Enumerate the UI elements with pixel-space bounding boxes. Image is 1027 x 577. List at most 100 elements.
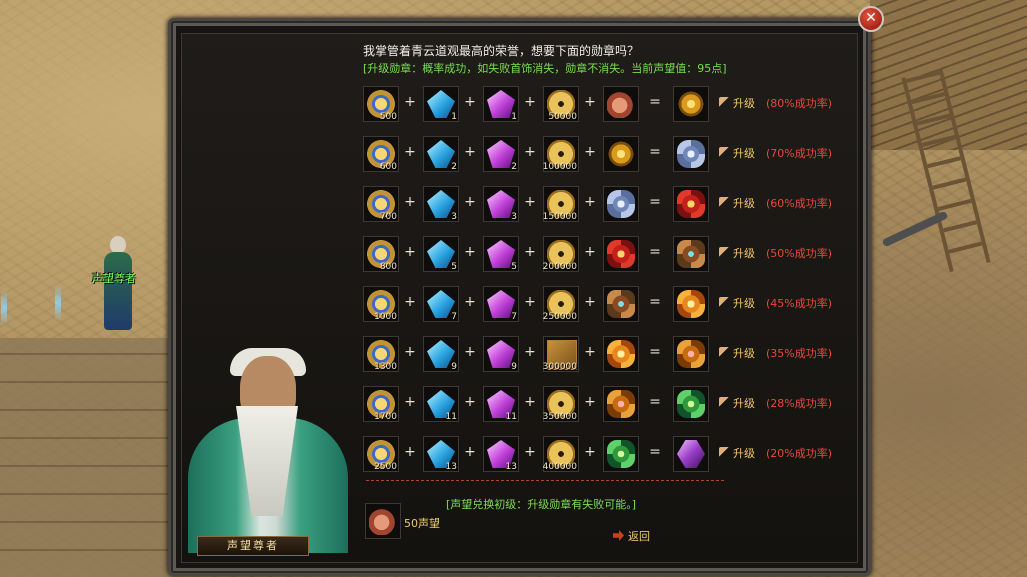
amber-badge-icon (677, 340, 705, 368)
upgrade-button[interactable]: 升级 (719, 95, 755, 111)
item-count: 500 (379, 112, 397, 122)
plus-sign: + (524, 244, 536, 260)
blue-gem-slot[interactable]: 5 (423, 236, 459, 272)
gold-slot[interactable]: 400000 (543, 436, 579, 472)
plus-sign: + (584, 194, 596, 210)
output-badge-slot[interactable] (673, 186, 709, 222)
output-badge-slot[interactable] (673, 86, 709, 122)
upgrade-label: 升级 (733, 197, 755, 210)
input-medal-slot[interactable]: 800 (363, 236, 399, 272)
item-count: 13 (505, 462, 517, 472)
hammer-icon (719, 247, 730, 258)
upgrade-button[interactable]: 升级 (719, 345, 755, 361)
purple-gem-slot[interactable]: 7 (483, 286, 519, 322)
output-badge-slot[interactable] (673, 336, 709, 372)
gold-slot[interactable]: 300000 (543, 336, 579, 372)
dialog-intro-text: 我掌管着青云道观最高的荣誉，想要下面的勋章吗？ (363, 44, 640, 58)
item-count: 5 (451, 262, 457, 272)
gold-medal-icon (607, 140, 635, 168)
purple-gem-slot[interactable]: 13 (483, 436, 519, 472)
recipe-row: 2500 +13 +13 +400000 + = 升级 (20%成功率) (363, 436, 833, 476)
plus-sign: + (404, 394, 416, 410)
success-rate: (45%成功率) (766, 297, 833, 310)
plus-sign: + (524, 94, 536, 110)
hammer-icon (719, 297, 730, 308)
divider (366, 480, 724, 481)
plus-sign: + (464, 94, 476, 110)
item-count: 3 (511, 212, 517, 222)
bronze-badge-icon (677, 240, 705, 268)
input-medal-slot[interactable]: 1300 (363, 336, 399, 372)
hammer-icon (719, 97, 730, 108)
blue-gem-slot[interactable]: 9 (423, 336, 459, 372)
bronze-badge-icon (607, 290, 635, 318)
purple-gem-slot[interactable]: 3 (483, 186, 519, 222)
gold-slot[interactable]: 150000 (543, 186, 579, 222)
item-count: 7 (451, 312, 457, 322)
input-medal-slot[interactable]: 1000 (363, 286, 399, 322)
silver-badge-icon (677, 140, 705, 168)
purple-gem-slot[interactable]: 5 (483, 236, 519, 272)
light-effect (1, 290, 7, 326)
upgrade-button[interactable]: 升级 (719, 245, 755, 261)
input-medal-slot[interactable]: 1700 (363, 386, 399, 422)
input-badge-slot[interactable] (603, 136, 639, 172)
input-badge-slot[interactable] (603, 186, 639, 222)
item-count: 13 (445, 462, 457, 472)
plus-sign: + (584, 344, 596, 360)
amber-badge-icon (607, 390, 635, 418)
upgrade-label: 升级 (733, 347, 755, 360)
gold-slot[interactable]: 100000 (543, 136, 579, 172)
input-medal-slot[interactable]: 2500 (363, 436, 399, 472)
orange-pouch-icon (607, 90, 635, 118)
plus-sign: + (584, 394, 596, 410)
upgrade-button[interactable]: 升级 (719, 195, 755, 211)
plus-sign: + (524, 344, 536, 360)
item-count: 2 (451, 162, 457, 172)
input-badge-slot[interactable] (603, 436, 639, 472)
blue-gem-slot[interactable]: 11 (423, 386, 459, 422)
plus-sign: + (404, 344, 416, 360)
plus-sign: + (464, 394, 476, 410)
purple-gem-slot[interactable]: 1 (483, 86, 519, 122)
upgrade-button[interactable]: 升级 (719, 395, 755, 411)
output-badge-slot[interactable] (673, 286, 709, 322)
blue-gem-slot[interactable]: 1 (423, 86, 459, 122)
gold-slot[interactable]: 200000 (543, 236, 579, 272)
equals-sign: = (649, 444, 661, 460)
upgrade-button[interactable]: 升级 (719, 445, 755, 461)
output-badge-slot[interactable] (673, 236, 709, 272)
gold-slot[interactable]: 350000 (543, 386, 579, 422)
input-badge-slot[interactable] (603, 286, 639, 322)
back-button[interactable]: 返回 (613, 528, 650, 544)
blue-gem-slot[interactable]: 7 (423, 286, 459, 322)
equals-sign: = (649, 394, 661, 410)
purple-gem-slot[interactable]: 9 (483, 336, 519, 372)
recipe-row: 1700 +11 +11 +350000 + = 升级 (28%成功率) (363, 386, 833, 426)
close-button[interactable]: ✕ (858, 6, 884, 32)
input-badge-slot[interactable] (603, 386, 639, 422)
upgrade-button[interactable]: 升级 (719, 145, 755, 161)
equals-sign: = (649, 94, 661, 110)
input-medal-slot[interactable]: 500 (363, 86, 399, 122)
exchange-slot[interactable] (365, 503, 401, 539)
upgrade-button[interactable]: 升级 (719, 295, 755, 311)
input-medal-slot[interactable]: 600 (363, 136, 399, 172)
output-badge-slot[interactable] (673, 436, 709, 472)
purple-gem-slot[interactable]: 11 (483, 386, 519, 422)
output-badge-slot[interactable] (673, 136, 709, 172)
output-badge-slot[interactable] (673, 386, 709, 422)
input-medal-slot[interactable]: 700 (363, 186, 399, 222)
exchange-cost[interactable]: 50声望 (404, 515, 440, 531)
gold-medal-icon (677, 90, 705, 118)
gold-slot[interactable]: 250000 (543, 286, 579, 322)
input-badge-slot[interactable] (603, 236, 639, 272)
gold-slot[interactable]: 50000 (543, 86, 579, 122)
input-badge-slot[interactable] (603, 86, 639, 122)
input-badge-slot[interactable] (603, 336, 639, 372)
blue-gem-slot[interactable]: 2 (423, 136, 459, 172)
blue-gem-slot[interactable]: 3 (423, 186, 459, 222)
item-count: 1300 (374, 362, 397, 372)
purple-gem-slot[interactable]: 2 (483, 136, 519, 172)
blue-gem-slot[interactable]: 13 (423, 436, 459, 472)
